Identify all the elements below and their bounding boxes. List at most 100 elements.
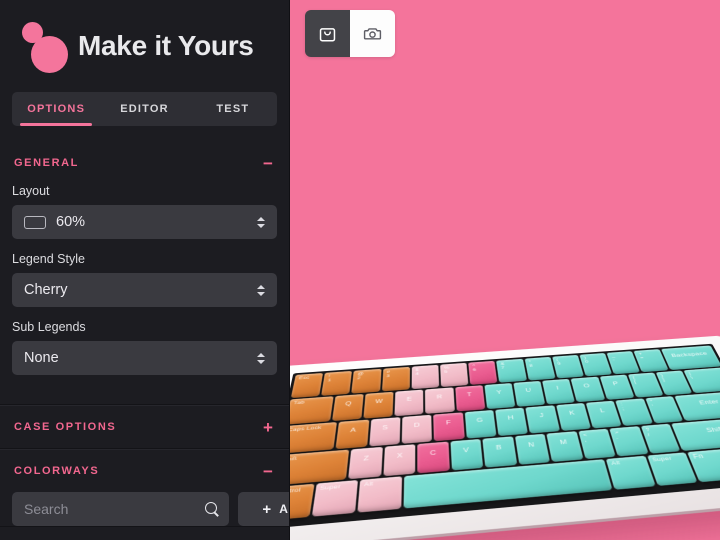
- shop-bag-button[interactable]: [305, 10, 350, 57]
- keycap-legend: _ -: [610, 353, 616, 362]
- keycap-legend: E: [406, 396, 413, 403]
- keycap-legend: * 8: [528, 359, 534, 369]
- section-general-header[interactable]: GENERAL −: [0, 142, 289, 184]
- keycap[interactable]: P: [599, 374, 635, 400]
- keycap[interactable]: ? /: [640, 423, 681, 454]
- keycap[interactable]: { [: [627, 372, 664, 398]
- logo-large-circle: [31, 36, 68, 73]
- keycap-legend: S: [382, 424, 389, 431]
- keycap[interactable]: _ -: [606, 351, 641, 375]
- keycap[interactable]: Z: [348, 446, 383, 480]
- section-general-collapse-icon[interactable]: −: [261, 155, 275, 172]
- keycap[interactable]: Shift: [671, 417, 720, 451]
- keyboard-plate: [290, 343, 720, 530]
- keycap[interactable]: Fn: [687, 448, 720, 483]
- keycap[interactable]: Enter: [674, 391, 720, 422]
- keycap-legend: > .: [613, 430, 620, 441]
- keycap[interactable]: < ,: [578, 428, 616, 460]
- keycap[interactable]: R: [425, 387, 455, 414]
- colorway-search-box[interactable]: [12, 492, 229, 526]
- keycap[interactable]: ! 1: [321, 370, 353, 396]
- keycap[interactable]: ( 9: [552, 354, 584, 379]
- keycap-legend: % 5: [443, 365, 450, 375]
- keycap[interactable]: T: [454, 385, 486, 412]
- keycap[interactable]: M: [546, 431, 584, 462]
- keycap-legend: X: [396, 451, 403, 460]
- keycap[interactable]: Alt: [357, 476, 402, 513]
- keycap[interactable]: Shift: [290, 449, 350, 486]
- keycap-legend: { [: [632, 375, 637, 385]
- section-colorways-collapse-icon[interactable]: −: [261, 463, 275, 480]
- keycap[interactable]: F: [433, 412, 465, 442]
- field-layout-label: Layout: [12, 184, 50, 198]
- sub-legends-select[interactable]: None: [12, 341, 277, 375]
- keycap-legend: B: [495, 443, 503, 452]
- keycap[interactable]: % 5: [440, 362, 469, 388]
- keycap[interactable]: Tab: [290, 396, 334, 425]
- add-colorway-button[interactable]: + ADD: [238, 492, 289, 526]
- section-colorways-header[interactable]: COLORWAYS −: [0, 450, 289, 492]
- camera-button[interactable]: [350, 10, 395, 57]
- keycap[interactable]: : ;: [615, 398, 653, 426]
- section-case-options-expand-icon[interactable]: +: [261, 419, 275, 436]
- keycap[interactable]: Control: [290, 483, 314, 521]
- keycap[interactable]: C: [417, 441, 450, 474]
- tab-options[interactable]: OPTIONS: [12, 92, 100, 126]
- section-general-title: GENERAL: [14, 157, 79, 169]
- sub-legends-stepper-icon[interactable]: [255, 352, 267, 364]
- keycap[interactable]: N: [514, 433, 551, 465]
- keycap[interactable]: E: [394, 389, 424, 417]
- keycap[interactable]: ^ 6: [468, 360, 498, 385]
- keycap[interactable]: " ': [645, 396, 684, 424]
- layout-stepper-icon[interactable]: [255, 216, 267, 228]
- keycap[interactable]: G: [464, 409, 497, 439]
- keycap[interactable]: Esc: [290, 372, 324, 399]
- keycap[interactable]: * 8: [524, 356, 556, 381]
- keycap-legend: Shift: [705, 425, 720, 434]
- keycap[interactable]: Caps Lock: [290, 422, 338, 454]
- search-input[interactable]: [24, 501, 205, 517]
- keycap[interactable]: J: [525, 405, 560, 434]
- keycap[interactable]: D: [401, 414, 433, 444]
- keycap[interactable]: & 7: [496, 358, 527, 383]
- keycap[interactable]: L: [585, 400, 622, 429]
- keycap-legend: Y: [496, 389, 503, 396]
- keycap[interactable]: Y: [484, 383, 516, 410]
- keycap[interactable]: ) 0: [579, 352, 613, 377]
- keycap-legend: Super: [651, 455, 673, 463]
- section-case-options-header[interactable]: CASE OPTIONS +: [0, 406, 289, 448]
- tab-editor[interactable]: EDITOR: [100, 92, 188, 126]
- keycap[interactable]: U: [513, 380, 546, 407]
- keycap[interactable]: Q: [331, 393, 364, 422]
- layout-select[interactable]: 60%: [12, 205, 277, 239]
- keycap[interactable]: [402, 459, 613, 509]
- keycap[interactable]: + =: [633, 349, 669, 373]
- keycap[interactable]: B: [482, 436, 517, 468]
- keycap[interactable]: | \: [683, 367, 720, 394]
- keycap[interactable]: $ 4: [411, 364, 440, 390]
- keycap[interactable]: > .: [609, 426, 649, 457]
- keycap[interactable]: # 3: [381, 366, 410, 392]
- keycap[interactable]: W: [363, 391, 394, 419]
- keycap[interactable]: Alt: [605, 455, 656, 490]
- keycap[interactable]: Super: [646, 452, 698, 487]
- keycap[interactable]: } ]: [655, 370, 693, 396]
- keycap[interactable]: H: [495, 407, 529, 437]
- legend-style-stepper-icon[interactable]: [255, 284, 267, 296]
- legend-style-select[interactable]: Cherry: [12, 273, 277, 307]
- keycap[interactable]: V: [450, 438, 484, 471]
- keyboard-3d-model[interactable]: Esc ! 1 @ 2 # 3 $ 4 % 5 ^ 6 & 7 * 8 ( 9) 0 _ - + = B…: [290, 335, 720, 540]
- keycap[interactable]: O: [570, 376, 605, 403]
- tab-test[interactable]: TEST: [189, 92, 277, 126]
- keycap[interactable]: A: [335, 419, 369, 450]
- keycap[interactable]: @ 2: [351, 368, 382, 394]
- keycap[interactable]: X: [383, 444, 416, 477]
- keycap-legend: Fn: [691, 452, 705, 461]
- keycap[interactable]: I: [542, 378, 576, 405]
- keycap-row: Caps Lock A S D F G H J K L: ; " ' Enter: [290, 391, 720, 454]
- keycap[interactable]: Super: [311, 480, 358, 517]
- keycap[interactable]: Backspace: [660, 345, 720, 371]
- keycap[interactable]: K: [555, 402, 591, 431]
- keycap-legend: @ 2: [356, 371, 365, 381]
- keycap[interactable]: S: [368, 417, 401, 447]
